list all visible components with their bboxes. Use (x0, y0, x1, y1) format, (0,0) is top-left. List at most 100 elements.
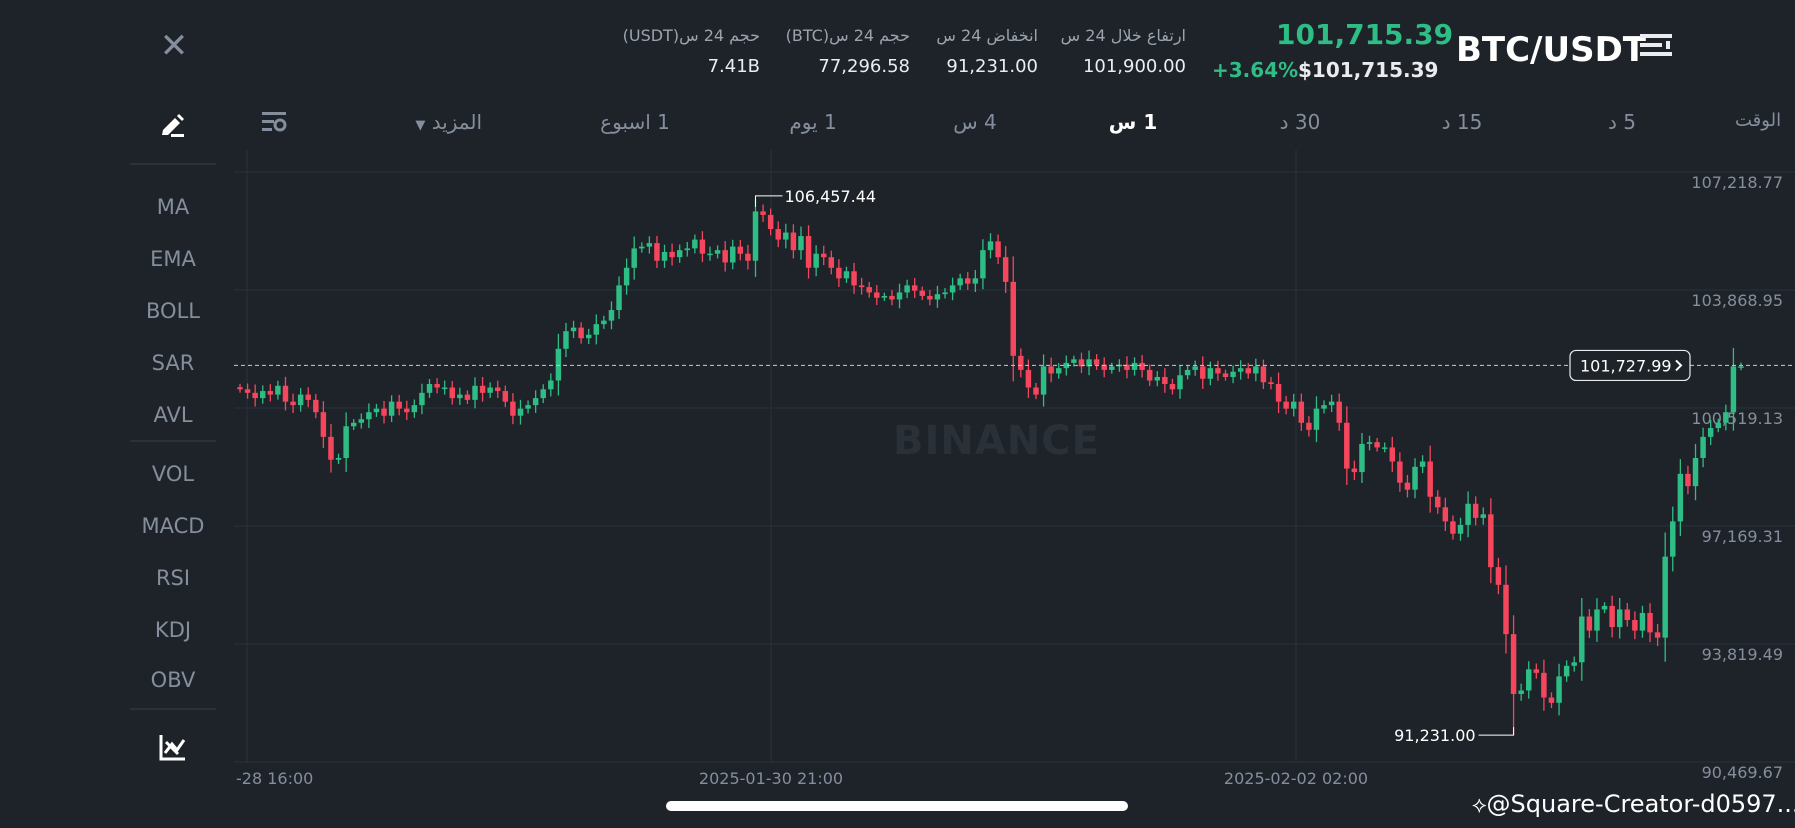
candle-up (1040, 366, 1047, 395)
candle-up (1692, 457, 1699, 487)
candle-up (676, 250, 683, 258)
candle-up (980, 250, 986, 279)
candle-down (320, 412, 327, 437)
candle-up (411, 405, 418, 413)
candle-up (297, 394, 304, 406)
candle-up (1579, 616, 1585, 663)
candle-down (1442, 507, 1449, 522)
candle-down (1685, 473, 1691, 487)
candle-up (813, 253, 819, 268)
high-pointer (754, 195, 783, 207)
candle-up (1321, 405, 1327, 409)
candle-down (1146, 369, 1153, 381)
candle-up (646, 243, 653, 247)
candle-up (1707, 428, 1714, 437)
candle-down (381, 408, 387, 416)
candle-up (798, 236, 804, 251)
candle-down (1586, 616, 1593, 631)
candle-down (464, 394, 471, 400)
candle-down (1609, 605, 1615, 628)
candle-up (783, 232, 789, 240)
candle-down (1010, 281, 1016, 356)
candle-up (1381, 447, 1388, 449)
candle-down (1268, 382, 1274, 385)
candle-down (305, 394, 311, 400)
candle-up (1601, 605, 1608, 610)
candle-up (942, 292, 948, 295)
candle-down (654, 243, 660, 261)
candle-down (1093, 359, 1100, 365)
candle-up (972, 278, 979, 284)
candle-up (419, 392, 425, 406)
candle-up (472, 385, 478, 400)
candle-up (1480, 514, 1486, 518)
candle-down (1162, 376, 1168, 385)
x-tick-label: -28 16:00 (236, 769, 313, 788)
candle-down (244, 389, 251, 393)
candle-down (995, 241, 1001, 258)
candle-down (927, 295, 933, 300)
candle-up (1639, 612, 1646, 631)
candle-up (1670, 521, 1676, 557)
candle-up (601, 320, 607, 325)
y-tick-label: 97,169.31 (1702, 527, 1783, 546)
candle-up (1313, 408, 1320, 430)
candle-up (563, 331, 569, 349)
candle-down (404, 408, 410, 413)
candle-up (1526, 669, 1532, 691)
candle-up (1109, 366, 1115, 370)
candle-up (896, 292, 903, 300)
candle-up (904, 285, 910, 293)
candle-up (1730, 366, 1737, 413)
candlestick-chart[interactable]: 107,218.77 103,868.95 100,519.13 97,169.31 9… (0, 0, 1795, 828)
candle-down (1472, 503, 1479, 518)
candle-down (1647, 612, 1653, 633)
candle-down (851, 271, 857, 286)
candle-up (1184, 369, 1191, 376)
candle-down (775, 229, 781, 240)
candle-up (1412, 466, 1418, 490)
candle-up (1571, 662, 1577, 666)
candle-down (919, 290, 926, 296)
candle-down (1033, 387, 1039, 395)
candle-down (828, 257, 835, 268)
candle-down (722, 250, 728, 263)
candle-down (1397, 461, 1403, 483)
candle-up (1738, 366, 1744, 368)
candle-up (1071, 359, 1077, 363)
candle-down (1435, 496, 1441, 508)
candle-up (441, 387, 448, 390)
candle-down (1215, 368, 1221, 374)
candle-up (1616, 609, 1623, 628)
candle-down (820, 253, 827, 258)
candle-down (479, 385, 486, 393)
candle-up (358, 419, 365, 423)
candle-down (858, 285, 865, 288)
candle-down (745, 253, 751, 261)
candle-down (965, 278, 971, 284)
candle-up (1723, 412, 1729, 423)
candle-down (866, 287, 872, 293)
candle-down (1002, 257, 1009, 282)
candle-up (343, 426, 349, 458)
candle-down (1351, 468, 1358, 473)
candle-down (1450, 521, 1456, 534)
candle-up (1457, 524, 1464, 534)
candle-up (457, 394, 463, 399)
candle-up (525, 405, 531, 409)
candle-down (1169, 384, 1176, 390)
candle-down (1404, 482, 1411, 490)
candle-down (1025, 369, 1032, 388)
home-indicator (666, 801, 1128, 811)
y-tick-label: 93,819.49 (1702, 645, 1783, 664)
candle-down (1222, 373, 1229, 377)
candle-up (730, 246, 736, 263)
candle-down (502, 391, 509, 402)
candle-up (388, 401, 395, 416)
x-tick-label: 2025-01-30 21:00 (699, 769, 843, 788)
candle-down (396, 401, 402, 409)
candle-down (1548, 697, 1555, 703)
candle-down (1533, 669, 1540, 673)
candle-up (616, 285, 622, 311)
candle-up (585, 334, 592, 339)
